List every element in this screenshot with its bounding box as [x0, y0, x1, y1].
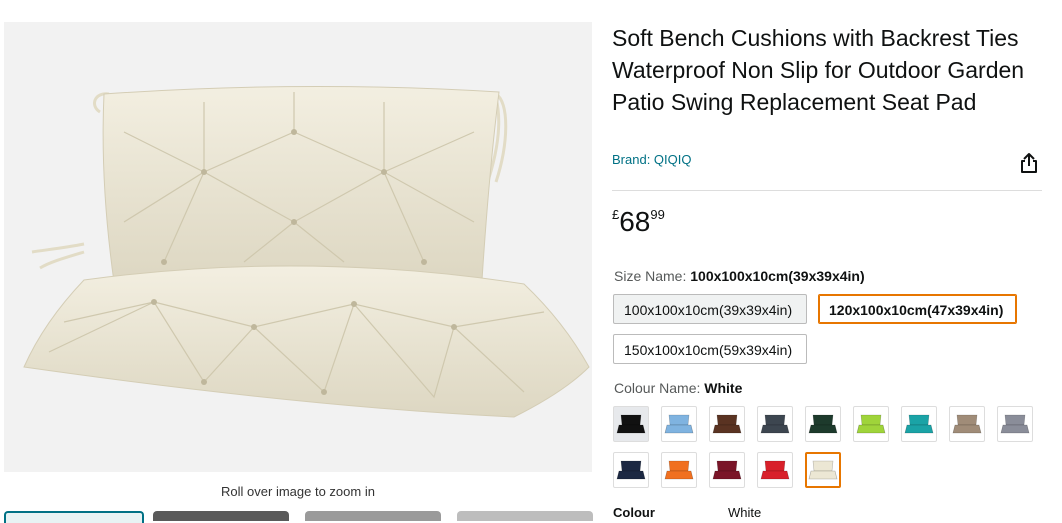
bench-cushion-image — [23, 85, 590, 418]
colour-swatch-navy[interactable] — [613, 452, 649, 488]
price: £6899 — [612, 206, 665, 238]
colour-swatch-burgundy[interactable] — [709, 452, 745, 488]
colour-swatch-taupe[interactable] — [949, 406, 985, 442]
size-label: Size Name: 100x100x10cm(39x39x4in) — [614, 268, 865, 284]
cushion-thumbnail-icon — [616, 460, 646, 480]
colour-label: Colour Name: White — [614, 380, 742, 396]
price-whole: 68 — [619, 206, 651, 237]
colour-swatch-black[interactable] — [613, 406, 649, 442]
colour-swatch-red[interactable] — [757, 452, 793, 488]
cushion-thumbnail-icon — [760, 460, 790, 480]
zoom-hint: Roll over image to zoom in — [221, 484, 375, 499]
size-selected-value: 100x100x10cm(39x39x4in) — [690, 268, 865, 284]
thumbnail-2[interactable] — [153, 511, 289, 521]
cushion-thumbnail-icon — [664, 414, 694, 434]
colour-selected-value: White — [704, 380, 743, 396]
cushion-thumbnail-icon — [712, 414, 742, 434]
colour-swatch-light-blue[interactable] — [661, 406, 697, 442]
colour-swatch-teal[interactable] — [901, 406, 937, 442]
cushion-thumbnail-icon — [856, 414, 886, 434]
thumbnail-3[interactable] — [305, 511, 441, 521]
colour-swatch-orange[interactable] — [661, 452, 697, 488]
price-fraction: 99 — [650, 207, 665, 222]
cushion-thumbnail-icon — [808, 414, 838, 434]
price-currency: £ — [612, 207, 620, 222]
colour-footer-label: Colour — [613, 505, 655, 520]
colour-label-text: Colour Name: — [614, 380, 705, 396]
colour-swatch-white[interactable] — [805, 452, 841, 488]
colour-swatch-brown[interactable] — [709, 406, 745, 442]
colour-swatch-dark-green[interactable] — [805, 406, 841, 442]
cushion-thumbnail-icon — [904, 414, 934, 434]
size-label-text: Size Name: — [614, 268, 691, 284]
cushion-thumbnail-icon — [952, 414, 982, 434]
thumbnail-1[interactable] — [4, 511, 144, 523]
colour-swatch-grey[interactable] — [997, 406, 1033, 442]
size-option-100x100[interactable]: 100x100x10cm(39x39x4in) — [613, 294, 807, 324]
cushion-thumbnail-icon — [712, 460, 742, 480]
brand-link[interactable]: Brand: QIQIQ — [612, 152, 691, 167]
cushion-thumbnail-icon — [760, 414, 790, 434]
product-title: Soft Bench Cushions with Backrest Ties W… — [612, 25, 1025, 115]
size-option-120x100[interactable]: 120x100x10cm(47x39x4in) — [818, 294, 1017, 324]
cushion-thumbnail-icon — [808, 460, 838, 480]
colour-footer-value: White — [728, 505, 762, 520]
cushion-thumbnail-icon — [664, 460, 694, 480]
colour-swatch-dark-grey[interactable] — [757, 406, 793, 442]
colour-swatch-lime[interactable] — [853, 406, 889, 442]
main-product-image[interactable] — [4, 22, 592, 472]
divider — [612, 190, 1042, 191]
share-icon — [1021, 153, 1037, 173]
thumbnail-4[interactable] — [457, 511, 593, 521]
share-button[interactable] — [1016, 150, 1042, 176]
cushion-thumbnail-icon — [1000, 414, 1030, 434]
cushion-thumbnail-icon — [616, 414, 646, 434]
size-option-150x100[interactable]: 150x100x10cm(59x39x4in) — [613, 334, 807, 364]
